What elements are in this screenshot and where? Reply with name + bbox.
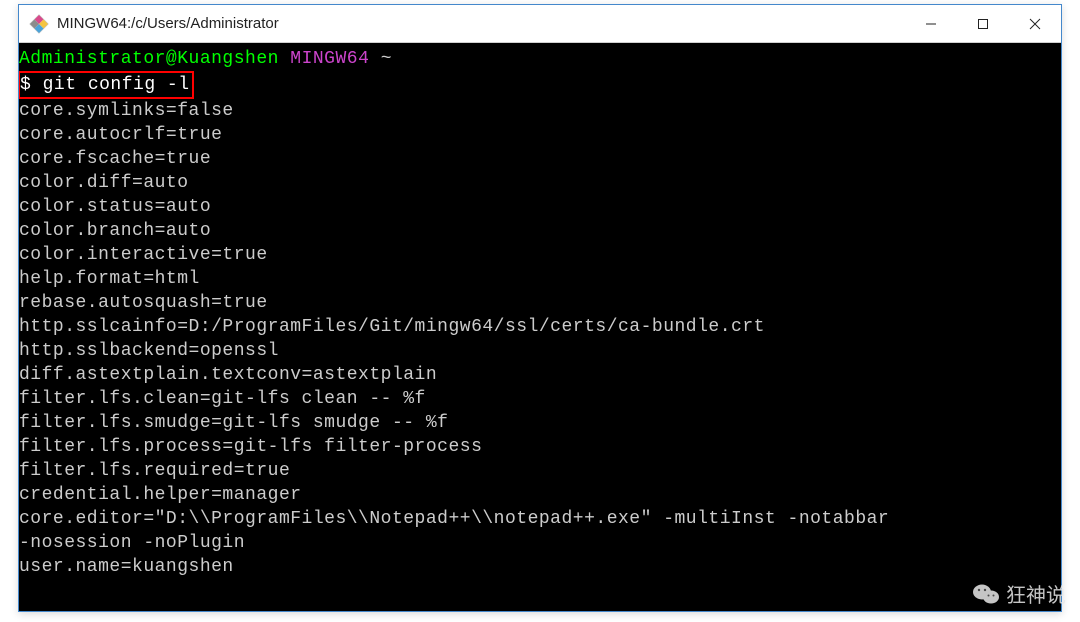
command-text: git config -l [43,75,190,95]
prompt-line: Administrator@Kuangshen MINGW64 ~ [19,47,1061,71]
output-line: core.editor="D:\\ProgramFiles\\Notepad++… [19,507,1061,531]
output-line: filter.lfs.required=true [19,459,1061,483]
terminal-window: MINGW64:/c/Users/Administrator Administr… [18,4,1062,612]
close-button[interactable] [1009,5,1061,42]
output-line: core.autocrlf=true [19,123,1061,147]
output-line: color.status=auto [19,195,1061,219]
output-line: user.name=kuangshen [19,555,1061,579]
output-line: http.sslbackend=openssl [19,339,1061,363]
output-line: diff.astextplain.textconv=astextplain [19,363,1061,387]
minimize-button[interactable] [905,5,957,42]
prompt-user-host: Administrator@Kuangshen [19,49,279,69]
window-controls [905,5,1061,42]
watermark: 狂神说 [972,579,1066,608]
output-line: color.diff=auto [19,171,1061,195]
app-icon [29,14,49,34]
prompt-symbol: $ [20,75,43,95]
output-line: -nosession -noPlugin [19,531,1061,555]
output-line: core.symlinks=false [19,99,1061,123]
output-line: filter.lfs.process=git-lfs filter-proces… [19,435,1061,459]
output-line: filter.lfs.clean=git-lfs clean -- %f [19,387,1061,411]
window-title: MINGW64:/c/Users/Administrator [57,15,905,32]
output-line: core.fscache=true [19,147,1061,171]
output-container: core.symlinks=falsecore.autocrlf=truecor… [19,99,1061,579]
output-line: help.format=html [19,267,1061,291]
output-line: filter.lfs.smudge=git-lfs smudge -- %f [19,411,1061,435]
prompt-path: ~ [381,49,392,69]
output-line: color.branch=auto [19,219,1061,243]
wechat-icon [972,582,1000,606]
output-line: http.sslcainfo=D:/ProgramFiles/Git/mingw… [19,315,1061,339]
maximize-button[interactable] [957,5,1009,42]
output-line: rebase.autosquash=true [19,291,1061,315]
terminal-body[interactable]: Administrator@Kuangshen MINGW64 ~ $ git … [19,43,1061,611]
prompt-env: MINGW64 [290,49,369,69]
output-line: credential.helper=manager [19,483,1061,507]
titlebar: MINGW64:/c/Users/Administrator [19,5,1061,43]
command-line: $ git config -l [19,71,1061,99]
command-highlight: $ git config -l [19,71,194,99]
output-line: color.interactive=true [19,243,1061,267]
watermark-text: 狂神说 [1006,579,1066,608]
